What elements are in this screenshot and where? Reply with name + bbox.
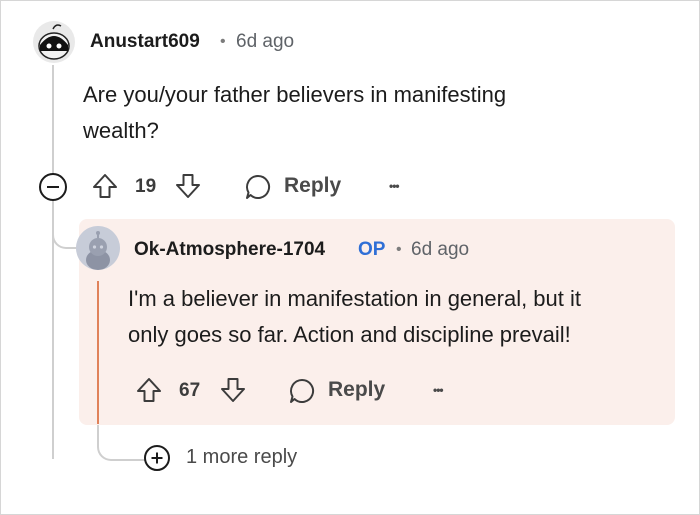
downvote-arrow-icon[interactable] bbox=[219, 376, 247, 404]
comment-body: Are you/your father believers in manifes… bbox=[83, 77, 643, 149]
expand-plus-icon bbox=[143, 444, 171, 472]
collapse-minus-icon[interactable] bbox=[38, 172, 68, 202]
downvote-arrow-icon[interactable] bbox=[174, 172, 202, 200]
upvote-arrow-icon[interactable] bbox=[91, 172, 119, 200]
comment-username[interactable]: Anustart609 bbox=[90, 31, 200, 53]
reply-button[interactable]: Reply bbox=[287, 375, 387, 407]
reply-body-line: I'm a believer in manifestation in gener… bbox=[128, 286, 581, 311]
op-accent-bar bbox=[97, 281, 99, 424]
comment-thread: Anustart609 • 6d ago Are you/your father… bbox=[0, 0, 700, 515]
more-replies-button[interactable]: 1 more reply bbox=[143, 443, 333, 473]
avatar[interactable] bbox=[76, 226, 120, 270]
reply-username[interactable]: Ok-Atmosphere-1704 bbox=[134, 239, 325, 261]
vote-count: 67 bbox=[179, 380, 201, 401]
more-replies-label: 1 more reply bbox=[186, 446, 298, 468]
avatar[interactable] bbox=[33, 21, 75, 63]
op-badge: OP bbox=[358, 239, 386, 260]
reply-body: I'm a believer in manifestation in gener… bbox=[128, 281, 673, 353]
reply-timestamp[interactable]: 6d ago bbox=[411, 239, 469, 261]
comment-bubble-icon bbox=[287, 376, 317, 406]
reply-button-label: Reply bbox=[328, 378, 386, 401]
separator-dot: • bbox=[220, 33, 226, 50]
reply-body-line: only goes so far. Action and discipline … bbox=[128, 322, 571, 347]
reply-button-label: Reply bbox=[284, 174, 342, 197]
more-options-icon[interactable]: ••• bbox=[433, 383, 444, 397]
separator-dot: • bbox=[396, 241, 402, 258]
thread-curve bbox=[97, 425, 145, 461]
comment-bubble-icon bbox=[243, 172, 273, 202]
thread-line[interactable] bbox=[52, 65, 54, 175]
comment-body-line: Are you/your father believers in manifes… bbox=[83, 82, 507, 107]
upvote-arrow-icon[interactable] bbox=[135, 376, 163, 404]
comment-timestamp[interactable]: 6d ago bbox=[236, 31, 294, 53]
comment-body-line: wealth? bbox=[83, 118, 159, 143]
more-options-icon[interactable]: ••• bbox=[389, 179, 400, 193]
vote-count: 19 bbox=[135, 176, 157, 197]
reply-button[interactable]: Reply bbox=[243, 171, 343, 203]
